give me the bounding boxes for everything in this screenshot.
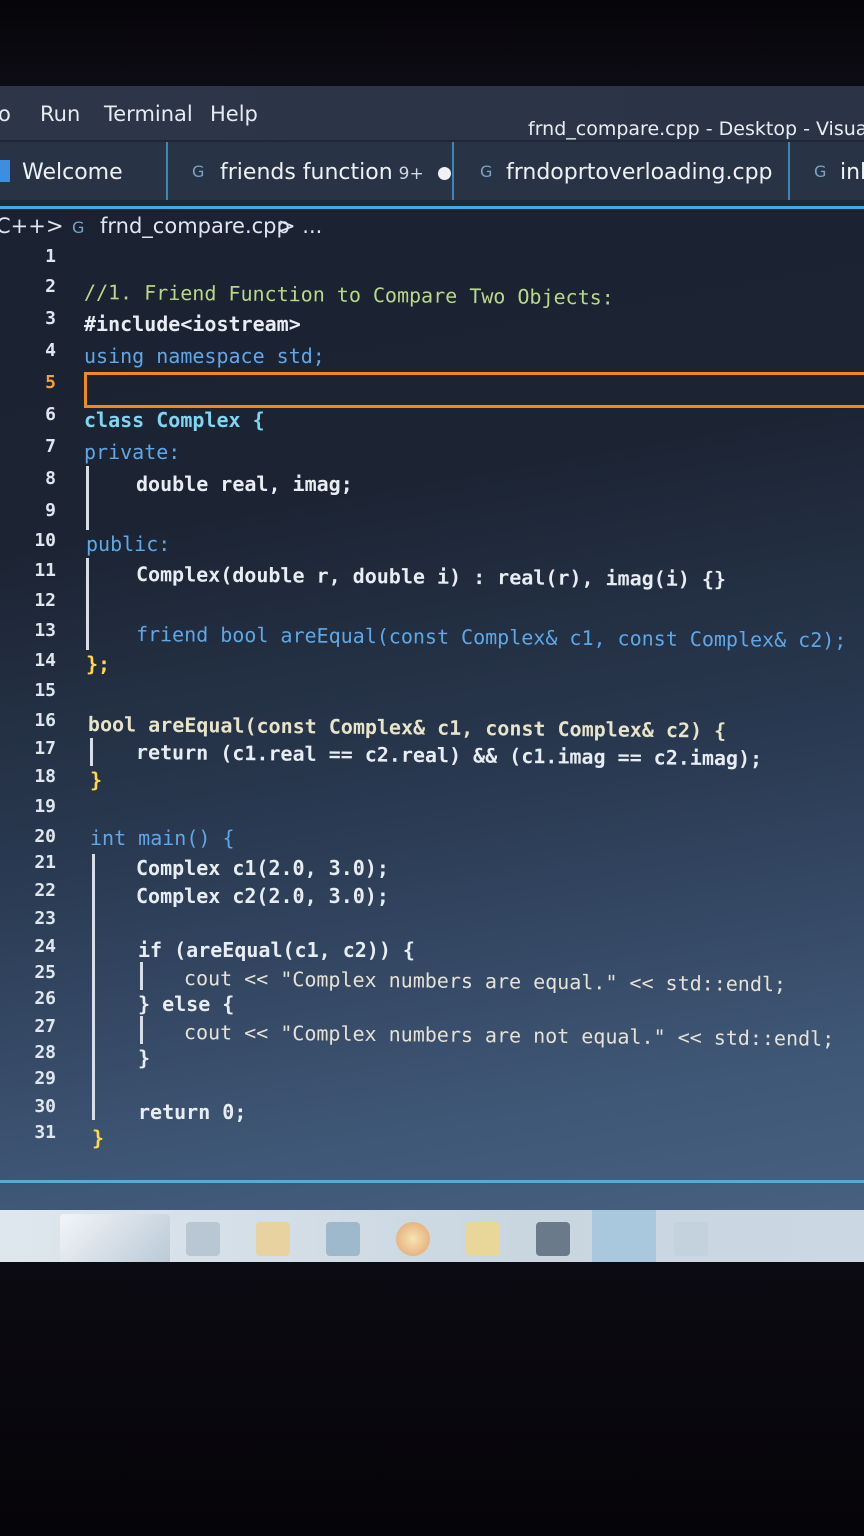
code-line-24: if (areEqual(c1, c2)) { [138,938,415,962]
indent-guide [86,558,89,650]
line-number: 28 [34,1042,56,1063]
line-number: 21 [34,852,56,873]
taskbar [0,1210,864,1262]
code-line-3: #include<iostream> [84,312,301,336]
code-line-11: Complex(double r, double i) : real(r), i… [135,562,727,592]
line-number: 26 [34,988,56,1009]
code-line-26: } else { [138,992,235,1016]
file-explorer-icon[interactable] [466,1222,500,1256]
indent-guide [92,854,95,1120]
code-line-27: cout << "Complex numbers are not equal."… [183,1020,835,1051]
code-line-25: cout << "Complex numbers are equal." << … [183,966,787,997]
line-number: 15 [34,680,56,701]
code-line-2: //1. Friend Function to Compare Two Obje… [83,280,614,310]
line-number: 25 [34,962,56,983]
line-number: 12 [34,590,56,611]
code-line-30: return 0; [138,1100,247,1124]
code-line-4: using namespace std; [84,344,325,368]
line-number: 14 [34,650,56,671]
line-number: 20 [34,826,56,847]
code-line-20: int main() { [90,826,235,850]
indent-guide [140,1016,143,1044]
line-number: 22 [34,880,56,901]
line-number: 10 [34,530,56,551]
chrome-icon[interactable] [396,1222,430,1256]
vscode-window: o Run Terminal Help frnd_compare.cpp - D… [0,86,864,1262]
line-number: 16 [34,710,56,731]
line-number: 18 [34,766,56,787]
code-line-21: Complex c1(2.0, 3.0); [136,856,389,880]
monitor-bezel-top [0,0,864,86]
line-number: 9 [45,500,56,521]
app-icon[interactable] [674,1222,708,1256]
code-editor[interactable]: 1 2 3 4 5 6 7 8 9 10 11 12 13 14 15 16 1… [0,86,864,1262]
code-line-17: return (c1.real == c2.real) && (c1.imag … [135,740,763,771]
vscode-icon[interactable] [592,1210,656,1262]
code-line-18: } [90,768,103,792]
line-number: 30 [34,1096,56,1117]
line-number: 1 [45,246,56,267]
store-icon[interactable] [256,1222,290,1256]
task-view-icon[interactable] [186,1222,220,1256]
code-line-16: bool areEqual(const Complex& c1, const C… [87,712,727,743]
search-box-icon[interactable] [60,1214,170,1262]
line-number: 11 [34,560,56,581]
photos-icon[interactable] [536,1222,570,1256]
code-line-14: }; [86,652,111,676]
code-line-8: double real, imag; [136,472,353,496]
line-number: 19 [34,796,56,817]
code-line-31: } [92,1126,105,1150]
line-number: 2 [45,276,56,297]
line-number: 17 [34,738,56,759]
code-line-10: public: [86,532,171,556]
line-number: 24 [34,936,56,957]
monitor-bezel-bottom [0,1262,864,1536]
line-number: 29 [34,1068,56,1089]
current-line-highlight [84,372,864,408]
line-number: 13 [34,620,56,641]
panel-divider [0,1180,864,1183]
code-line-22: Complex c2(2.0, 3.0); [136,884,389,908]
line-number: 3 [45,308,56,329]
line-number: 23 [34,908,56,929]
indent-guide [140,962,143,990]
code-line-13: friend bool areEqual(const Complex& c1, … [135,622,847,653]
indent-guide [86,466,89,530]
line-number: 7 [45,436,56,457]
code-line-6: class Complex { [84,408,265,432]
line-number-current: 5 [45,372,56,393]
edge-icon[interactable] [326,1222,360,1256]
line-number: 27 [34,1016,56,1037]
line-number: 31 [34,1122,56,1143]
line-number: 6 [45,404,56,425]
line-number: 8 [45,468,56,489]
indent-guide [90,738,93,766]
line-number: 4 [45,340,56,361]
code-line-7: private: [84,440,181,464]
code-line-28: } [138,1046,151,1070]
